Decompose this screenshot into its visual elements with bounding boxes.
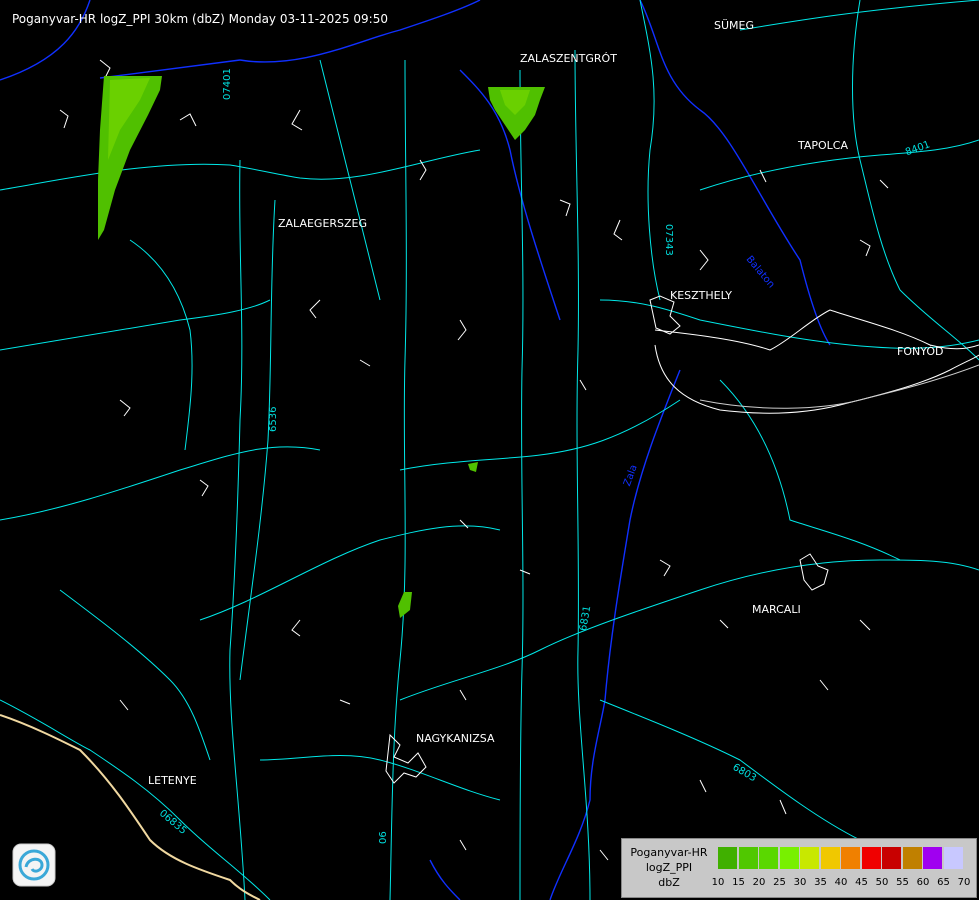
- page-title: Poganyvar-HR logZ_PPI 30km (dbZ) Monday …: [12, 12, 388, 26]
- radar-map: [0, 0, 979, 900]
- place-label-letenye: LETENYE: [148, 774, 197, 787]
- legend-unit: dbZ: [658, 876, 680, 889]
- boundary-lines: [59, 59, 979, 861]
- road-label: 06: [378, 831, 389, 844]
- legend-swatch: [820, 847, 840, 869]
- place-label-tapolca: TAPOLCA: [798, 139, 849, 152]
- legend-tick: 25: [773, 877, 786, 888]
- place-label-zalaegerszeg: ZALAEGERSZEG: [278, 217, 368, 230]
- place-label-marcali: MARCALI: [752, 603, 801, 616]
- legend-tick: 20: [752, 877, 766, 888]
- legend-tick: 65: [937, 877, 950, 888]
- legend-tick: 40: [834, 877, 848, 888]
- legend-tick: 45: [855, 877, 868, 888]
- logo-icon: [12, 843, 56, 887]
- legend-swatch: [779, 847, 799, 869]
- legend-swatch: [943, 847, 963, 869]
- legend-swatch: [923, 847, 942, 869]
- legend-source: Poganyvar-HR: [630, 846, 708, 859]
- road-network: [0, 0, 979, 900]
- legend-swatch: [718, 847, 737, 869]
- legend-tick: 15: [732, 877, 745, 888]
- place-label-nagykanizsa: NAGYKANIZSA: [416, 732, 495, 745]
- legend-swatch: [861, 847, 881, 869]
- legend-tick: 10: [711, 877, 725, 888]
- legend-product: logZ_PPI: [645, 861, 693, 874]
- legend-tick: 50: [875, 877, 889, 888]
- legend-swatch: [759, 847, 778, 869]
- place-label-keszthely: KESZTHELY: [670, 289, 733, 302]
- legend-swatch: [738, 847, 758, 869]
- place-label-sumeg: SÜMEG: [714, 19, 754, 32]
- radar-echoes: [98, 76, 545, 618]
- legend-swatch: [902, 847, 922, 869]
- legend-tick: 70: [957, 877, 971, 888]
- color-legend: Poganyvar-HR logZ_PPI dbZ 10 15 20 25 30 35 40…: [621, 838, 977, 898]
- legend-tick: 30: [793, 877, 807, 888]
- legend-tick: 55: [896, 877, 909, 888]
- legend-swatch: [841, 847, 860, 869]
- legend-title: Poganyvar-HR logZ_PPI dbZ: [624, 845, 714, 890]
- road-label: 07343: [663, 224, 674, 256]
- road-label: 07401: [222, 68, 233, 100]
- legend-swatch: [882, 847, 901, 869]
- place-label-zalaszentgrot: ZALASZENTGRÓT: [520, 52, 617, 65]
- road-label: 6536: [268, 406, 279, 432]
- legend-swatch: [800, 847, 819, 869]
- legend-tick: 60: [916, 877, 930, 888]
- legend-tick: 35: [814, 877, 827, 888]
- place-label-fonyod: FONYÓD: [897, 345, 944, 358]
